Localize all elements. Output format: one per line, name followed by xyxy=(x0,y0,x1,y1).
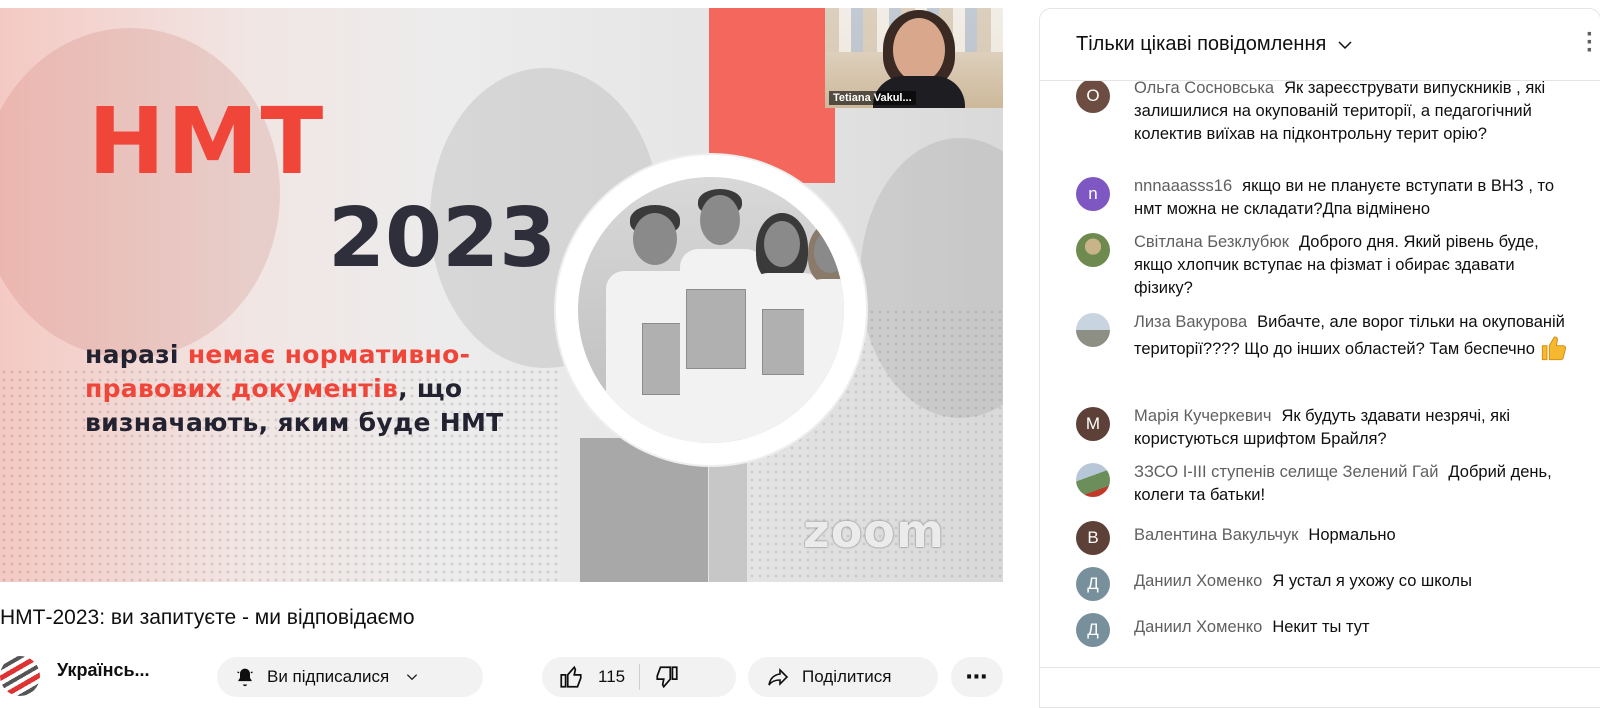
chat-menu-icon[interactable]: · · · xyxy=(1586,23,1594,63)
slide-year: 2023 xyxy=(328,191,557,286)
message-author[interactable]: Ольга Сосновська xyxy=(1134,79,1274,97)
chevron-down-icon[interactable] xyxy=(1336,36,1354,54)
presenter-name: Tetiana Vakul... xyxy=(829,91,916,105)
zoom-watermark: zoom xyxy=(803,504,945,558)
channel-name[interactable]: Українсь... xyxy=(57,660,150,681)
subscribed-label: Ви підписалися xyxy=(267,667,390,686)
chat-message: В Валентина Вакульчук Нормально xyxy=(1076,519,1576,555)
share-label: Поділитися xyxy=(802,667,892,686)
slide-text-part: наразі xyxy=(85,340,188,369)
chat-message: Д Даниил Хоменко Некит ты тут xyxy=(1076,611,1576,647)
chat-message: n nnnaaasss16 якщо ви не плануєте вступат… xyxy=(1076,175,1576,221)
divider xyxy=(639,664,641,690)
students-photo xyxy=(578,177,844,443)
message-text: Нормально xyxy=(1308,526,1396,544)
chat-message: Д Даниил Хоменко Я устал я ухожу со школы xyxy=(1076,565,1576,601)
share-icon xyxy=(768,668,789,686)
message-author[interactable]: Валентина Вакульчук xyxy=(1134,526,1298,544)
like-dislike-group: 115 xyxy=(542,657,736,697)
message-author[interactable]: nnnaaasss16 xyxy=(1134,177,1232,195)
students-photo-frame xyxy=(556,155,866,465)
dislike-icon[interactable] xyxy=(654,664,680,690)
avatar[interactable]: О xyxy=(1076,79,1110,113)
avatar[interactable] xyxy=(1076,313,1110,347)
like-count[interactable]: 115 xyxy=(598,667,625,687)
chat-message: ЗЗСО І-ІІІ ступенів селище Зелений Гай До… xyxy=(1076,461,1576,507)
chat-message: Лиза Вакурова Вибачте, але ворог тільки н… xyxy=(1076,311,1576,362)
message-author[interactable]: Марія Кучеркевич xyxy=(1134,407,1271,425)
live-chat-panel: О Ольга Сосновська Як зареєструвати випус… xyxy=(1039,8,1600,708)
chat-mode-selector[interactable]: Тільки цікаві повідомлення xyxy=(1076,33,1326,56)
slide-title: НМТ xyxy=(88,88,326,195)
share-button[interactable]: Поділитися xyxy=(748,657,938,697)
avatar[interactable]: М xyxy=(1076,407,1110,441)
avatar[interactable] xyxy=(1076,233,1110,267)
message-author[interactable]: ЗЗСО І-ІІІ ступенів селище Зелений Гай xyxy=(1134,463,1438,481)
avatar[interactable]: n xyxy=(1076,177,1110,211)
message-author[interactable]: Лиза Вакурова xyxy=(1134,313,1247,331)
message-author[interactable]: Світлана Безклубюк xyxy=(1134,233,1289,251)
subscribed-button[interactable]: Ви підписалися xyxy=(217,657,483,697)
thumbs-up-emoji-icon xyxy=(1541,336,1566,361)
bell-icon xyxy=(237,668,253,687)
avatar[interactable]: Д xyxy=(1076,567,1110,601)
slide-text: наразі немає нормативно-правових докумен… xyxy=(85,338,555,440)
channel-avatar[interactable] xyxy=(0,656,40,696)
avatar[interactable]: Д xyxy=(1076,613,1110,647)
chevron-down-icon xyxy=(407,674,418,681)
message-author[interactable]: Даниил Хоменко xyxy=(1134,618,1262,636)
chat-message: Світлана Безклубюк Доброго дня. Який ріве… xyxy=(1076,231,1576,300)
message-author[interactable]: Даниил Хоменко xyxy=(1134,572,1262,590)
avatar[interactable] xyxy=(1076,463,1110,497)
chat-message: О Ольга Сосновська Як зареєструвати випус… xyxy=(1076,77,1576,146)
chat-message: М Марія Кучеркевич Як будуть здавати незр… xyxy=(1076,405,1576,451)
student-figure xyxy=(804,223,844,443)
like-icon[interactable] xyxy=(558,664,584,690)
video-title: НМТ-2023: ви запитуєте - ми відповідаємо xyxy=(0,606,415,629)
message-text: Я устал я ухожу со школы xyxy=(1272,572,1472,590)
divider xyxy=(1040,667,1600,668)
video-player[interactable]: НМТ 2023 наразі немає нормативно-правови… xyxy=(0,8,1003,582)
avatar[interactable]: В xyxy=(1076,521,1110,555)
presenter-camera: Tetiana Vakul... xyxy=(825,8,1003,108)
message-text: Некит ты тут xyxy=(1272,618,1370,636)
chat-header: Тільки цікаві повідомлення · · · xyxy=(1040,9,1600,81)
more-actions-button[interactable]: ⋯ xyxy=(951,657,1003,697)
